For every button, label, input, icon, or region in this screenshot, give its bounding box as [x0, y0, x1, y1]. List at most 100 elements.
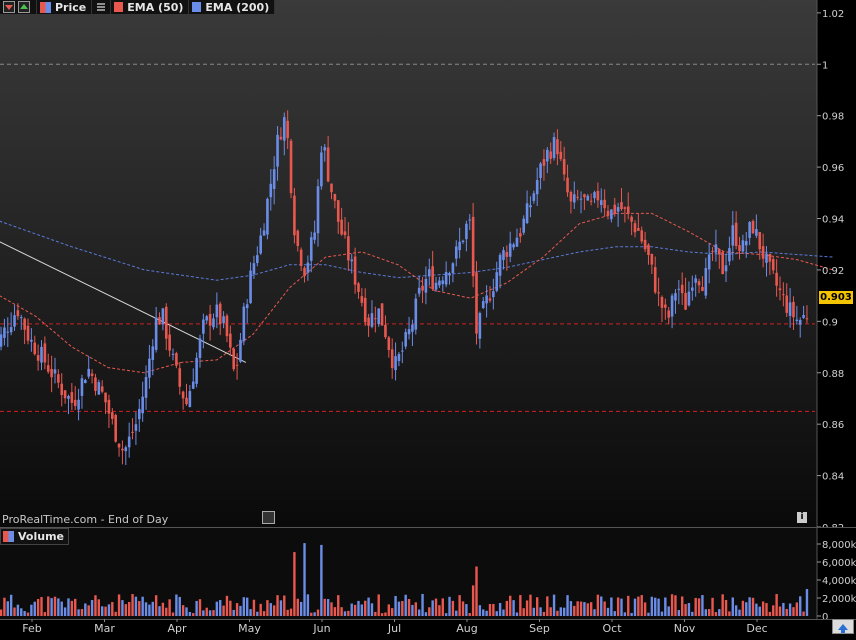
- volume-bar: [745, 602, 748, 616]
- volume-bar: [63, 607, 67, 616]
- price-y-tick-label: 0.94: [822, 215, 844, 226]
- volume-bar: [229, 600, 232, 616]
- price-candle: [320, 145, 323, 190]
- scroll-up-button[interactable]: [832, 619, 854, 634]
- volume-bar: [616, 597, 620, 616]
- volume-bar: [424, 612, 428, 616]
- up-arrow-icon[interactable]: [18, 1, 30, 13]
- volume-bar: [650, 596, 654, 616]
- volume-bar: [667, 606, 670, 616]
- legend-ema200[interactable]: EMA (200): [189, 0, 276, 14]
- volume-bar: [495, 611, 498, 616]
- volume-bar: [377, 594, 380, 616]
- volume-bar: [127, 601, 131, 616]
- volume-bar: [765, 603, 768, 616]
- volume-bar: [431, 600, 434, 616]
- volume-bar: [384, 612, 387, 616]
- price-y-tick-label: 0.92: [822, 266, 844, 277]
- price-candle: [293, 187, 296, 244]
- volume-bar: [350, 603, 353, 616]
- volume-bar: [407, 599, 411, 616]
- chart-legend: Price EMA (50) EMA (200): [0, 0, 276, 14]
- price-candle: [414, 293, 418, 335]
- price-y-tick-label: 0.98: [822, 112, 844, 123]
- volume-bar: [276, 595, 279, 616]
- volume-bar: [256, 611, 259, 616]
- volume-bar: [74, 598, 77, 616]
- volume-bar: [178, 596, 181, 616]
- volume-bar: [539, 607, 542, 616]
- price-y-tick-label: 0.86: [822, 420, 844, 431]
- price-chart-panel[interactable]: 0.820.840.860.880.90.920.940.960.9811.02…: [0, 0, 856, 534]
- volume-bar: [168, 599, 171, 616]
- volume-bar: [245, 597, 249, 616]
- volume-bar: [279, 600, 283, 616]
- volume-bar: [778, 606, 782, 616]
- price-y-tick-label: 0.88: [822, 369, 844, 380]
- volume-bar: [535, 597, 539, 616]
- time-axis-label: Apr: [167, 622, 187, 635]
- settings-lines-icon[interactable]: [96, 2, 106, 12]
- volume-bar: [583, 602, 586, 616]
- price-axis-background: [817, 0, 856, 527]
- volume-bar: [310, 612, 313, 616]
- price-chart[interactable]: 0.820.840.860.880.90.920.940.960.9811.02: [0, 0, 856, 534]
- volume-bar: [80, 609, 84, 616]
- last-price-badge: 0.903: [819, 291, 853, 304]
- volume-bar: [181, 605, 185, 616]
- volume-bar: [262, 611, 266, 616]
- volume-bar: [138, 601, 141, 616]
- volume-chart-panel[interactable]: 0 2,000k 4,000k 6,000k 8,000k Volume: [0, 527, 856, 623]
- volume-bar: [202, 610, 205, 616]
- volume-bar: [100, 606, 104, 616]
- volume-bar: [239, 605, 242, 616]
- price-y-tick-label: 1.02: [822, 9, 844, 20]
- sort-toggle[interactable]: [0, 0, 37, 14]
- price-y-tick-label: 0.96: [822, 163, 844, 174]
- scroll-up-icon[interactable]: [833, 622, 853, 635]
- volume-bar: [697, 598, 701, 616]
- volume-bar: [33, 601, 36, 616]
- down-arrow-icon[interactable]: [3, 1, 15, 13]
- legend-ema50[interactable]: EMA (50): [111, 0, 190, 14]
- volume-bar: [390, 608, 394, 616]
- volume-bar: [161, 602, 165, 616]
- volume-bar: [357, 600, 360, 616]
- volume-legend[interactable]: Volume: [0, 528, 69, 545]
- volume-bar: [593, 609, 596, 616]
- volume-bar: [441, 598, 444, 616]
- legend-price[interactable]: Price: [37, 0, 93, 14]
- volume-bar: [738, 609, 741, 616]
- info-icon[interactable]: i: [797, 512, 807, 523]
- volume-bar: [367, 597, 370, 616]
- volume-bar: [465, 604, 468, 616]
- volume-bar: [117, 594, 121, 616]
- price-y-tick-label: 0.84: [822, 472, 844, 483]
- volume-bar: [657, 598, 660, 616]
- volume-bar: [171, 612, 175, 616]
- volume-bar: [36, 599, 40, 616]
- volume-bar: [124, 604, 128, 616]
- volume-bar: [374, 611, 377, 616]
- volume-bar: [741, 600, 745, 616]
- volume-bar: [347, 610, 350, 616]
- volume-bar: [802, 611, 805, 616]
- legend-ema200-label: EMA (200): [205, 0, 270, 14]
- volume-chart[interactable]: 0 2,000k 4,000k 6,000k 8,000k: [0, 527, 856, 623]
- volume-bar: [414, 602, 418, 616]
- calendar-icon[interactable]: [262, 511, 275, 524]
- volume-bar: [711, 597, 714, 616]
- volume-bar: [397, 601, 401, 616]
- price-candle: [751, 219, 755, 235]
- legend-settings[interactable]: [92, 0, 112, 14]
- time-axis-label: May: [238, 622, 261, 635]
- volume-bar: [259, 603, 262, 616]
- volume-bar: [195, 600, 198, 616]
- volume-bar: [313, 612, 316, 616]
- attribution-text: ProRealTime.com - End of Day: [2, 513, 169, 526]
- ema200-swatch: [192, 2, 202, 12]
- price-candle: [289, 138, 293, 199]
- volume-bar: [26, 612, 30, 616]
- time-axis-label: Mar: [94, 622, 115, 635]
- volume-bar: [502, 609, 505, 616]
